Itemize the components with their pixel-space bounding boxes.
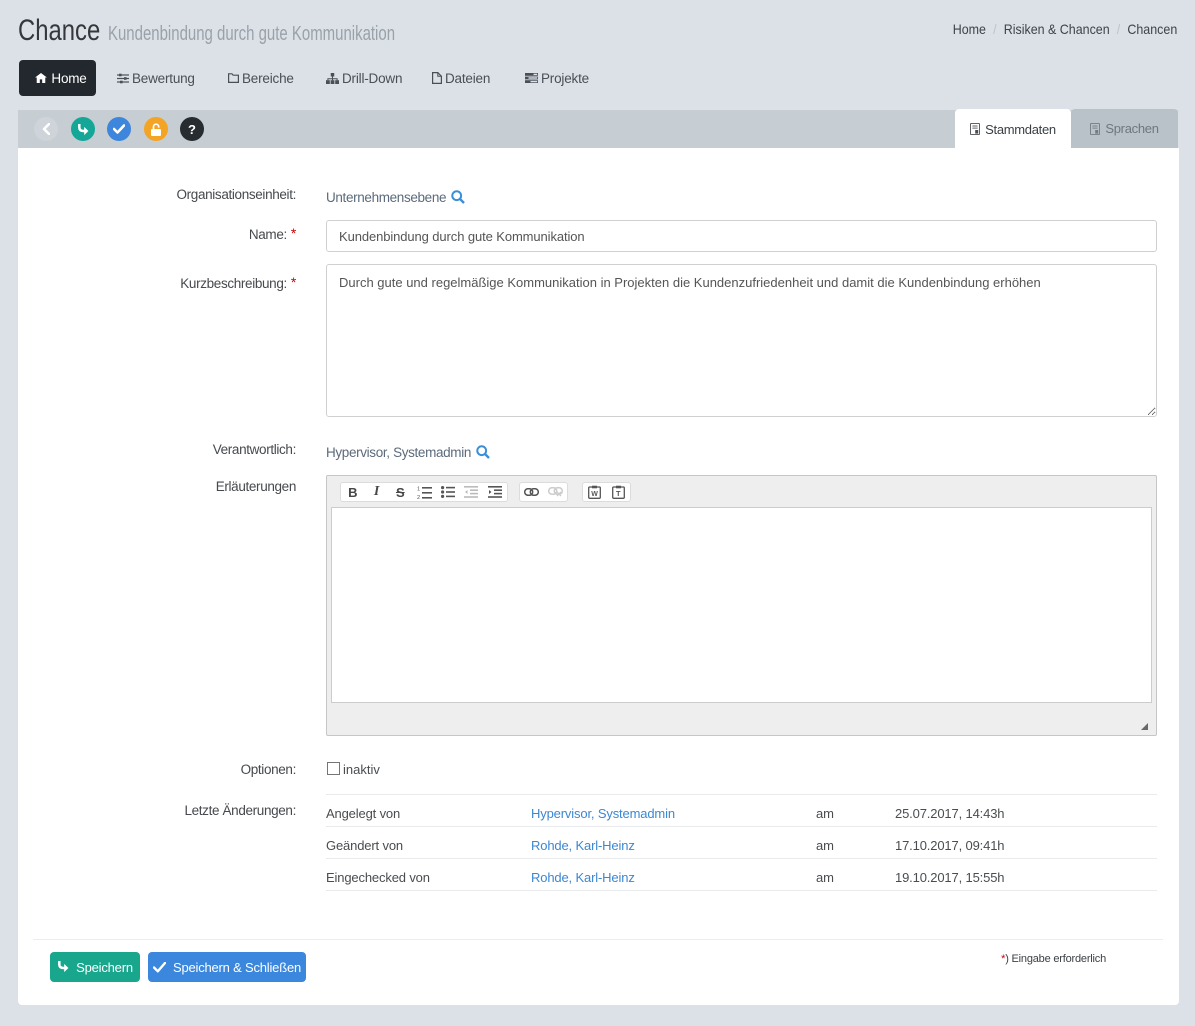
svg-text:1: 1 xyxy=(417,486,420,492)
svg-text:2: 2 xyxy=(417,495,420,499)
svg-text:W: W xyxy=(591,491,598,498)
svg-text:T: T xyxy=(616,489,621,498)
